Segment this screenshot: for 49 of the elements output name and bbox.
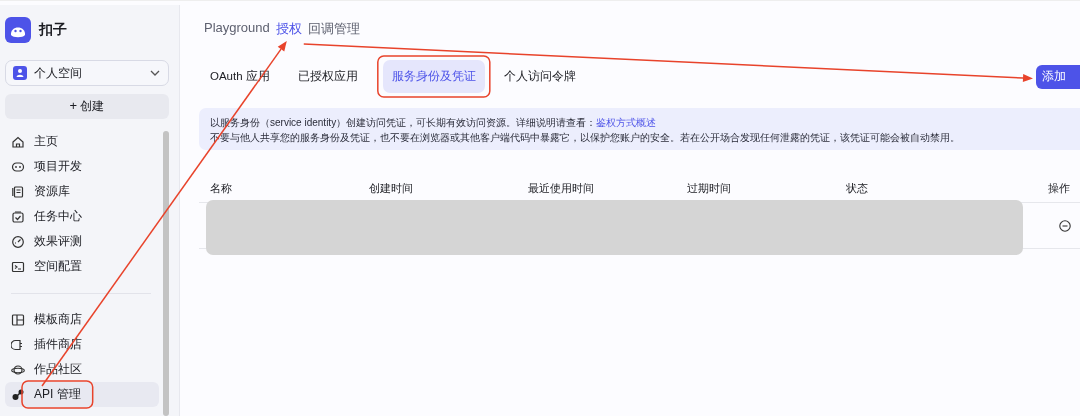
gauge-icon [11,234,25,249]
column-header: 操作 [1047,180,1071,196]
sidebar-item[interactable]: 任务中心 [5,204,159,229]
nav-label: 效果评测 [34,233,82,250]
tab[interactable]: 服务身份及凭证 [382,60,485,93]
nav-label: 资源库 [34,183,70,200]
sidebar-item[interactable]: API 管理 [5,382,159,407]
nav-label: 模板商店 [34,311,82,328]
column-header: 状态 [846,180,869,196]
add-button[interactable]: 添加 [1036,64,1080,89]
tab[interactable]: 回调管理 [307,20,360,38]
workspace-dropdown[interactable]: 个人空间 [5,60,169,86]
sidebar-item[interactable]: 主页 [5,129,159,154]
home-icon [11,134,25,149]
nav-label: API 管理 [34,386,81,403]
tab[interactable]: Playground [204,20,270,38]
nav-label: 空间配置 [34,258,82,275]
nav-label: 主页 [34,133,58,150]
user-icon [13,66,27,80]
create-button[interactable]: + 创建 [5,94,169,119]
column-header: 过期时间 [687,180,732,196]
remove-icon[interactable] [1059,219,1071,232]
clipboard-check-icon [11,209,25,224]
nav-label: 任务中心 [34,208,82,225]
tab[interactable]: 已授权应用 [288,60,367,93]
doc-link[interactable]: 鉴权方式概述 [596,117,657,128]
sidebar-item[interactable]: 效果评测 [5,229,159,254]
plug-icon [11,337,25,352]
sidebar-item[interactable]: 插件商店 [5,332,159,357]
tab[interactable]: 个人访问令牌 [494,60,585,93]
nav-label: 项目开发 [34,158,82,175]
sidebar-item[interactable]: 资源库 [5,179,159,204]
sidebar-item[interactable]: 项目开发 [5,154,159,179]
column-header: 最近使用时间 [528,180,595,196]
sidebar-item[interactable]: 模板商店 [5,307,159,332]
book-icon [11,184,25,199]
layout-icon [11,312,25,327]
chevron-down-icon [150,70,160,76]
column-header: 创建时间 [369,180,414,196]
brand-name: 扣子 [39,21,67,39]
column-header: 名称 [210,180,233,196]
tab[interactable]: 授权 [275,20,302,38]
nav-label: 插件商店 [34,336,82,353]
planet-icon [11,362,25,377]
sidebar-item[interactable]: 空间配置 [5,254,159,279]
logo-icon [5,17,31,43]
scrollbar[interactable] [163,131,169,416]
robot-face-icon [11,159,25,174]
terminal-icon [11,259,25,274]
